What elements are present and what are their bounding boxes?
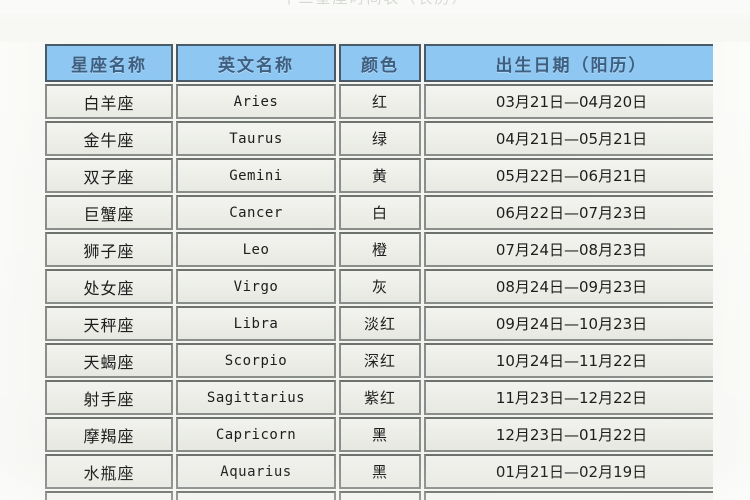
cell-birth-date: 07月24日—08月23日: [424, 232, 713, 267]
cell-birth-date: 11月23日—12月22日: [424, 380, 713, 415]
cell-birth-date: 09月24日—10月23日: [424, 306, 713, 341]
cell-english-name: Taurus: [176, 121, 336, 156]
top-spacer: [0, 14, 750, 42]
cell-english-name: Libra: [176, 306, 336, 341]
cell-english-name: Sagittarius: [176, 380, 336, 415]
cell-color: 绿: [339, 121, 421, 156]
cell-english-name: Virgo: [176, 269, 336, 304]
cut-off-title-strip: 十二星座时间表（农历）: [0, 0, 750, 14]
cell-birth-date: 04月21日—05月21日: [424, 121, 713, 156]
table-header-row: 星座名称 英文名称 颜色 出生日期（阳历）: [45, 44, 713, 82]
cell-birth-date: 10月24日—11月22日: [424, 343, 713, 378]
cell-english-name: Gemini: [176, 158, 336, 193]
table-row: 天秤座 Libra 淡红 09月24日—10月23日: [45, 306, 713, 341]
cell-zodiac-name: 处女座: [45, 269, 173, 304]
cell-color: 紫红: [339, 380, 421, 415]
column-header-color: 颜色: [339, 44, 421, 82]
table-row: 摩羯座 Capricorn 黑 12月23日—01月22日: [45, 417, 713, 452]
cell-english-name: Scorpio: [176, 343, 336, 378]
cell-color: 红: [339, 84, 421, 119]
cell-birth-date: 01月21日—02月19日: [424, 454, 713, 489]
cell-zodiac-name: 射手座: [45, 380, 173, 415]
cell-english-name: Cancer: [176, 195, 336, 230]
column-header-english: 英文名称: [176, 44, 336, 82]
page-title: 十二星座时间表（农历）: [0, 0, 750, 8]
cell-english-name: Pisces: [176, 491, 336, 500]
cell-zodiac-name: 天蝎座: [45, 343, 173, 378]
cell-birth-date: 06月22日—07月23日: [424, 195, 713, 230]
column-header-date: 出生日期（阳历）: [424, 44, 713, 82]
table-row: 狮子座 Leo 橙 07月24日—08月23日: [45, 232, 713, 267]
table-row: 天蝎座 Scorpio 深红 10月24日—11月22日: [45, 343, 713, 378]
cell-zodiac-name: 摩羯座: [45, 417, 173, 452]
cell-color: 黄: [339, 158, 421, 193]
cell-birth-date: 03月21日—04月20日: [424, 84, 713, 119]
cell-birth-date: 08月24日—09月23日: [424, 269, 713, 304]
table-row: 金牛座 Taurus 绿 04月21日—05月21日: [45, 121, 713, 156]
zodiac-table-container: 星座名称 英文名称 颜色 出生日期（阳历） 白羊座 Aries 红 03月21日—04…: [42, 42, 713, 500]
cell-color: 黑: [339, 417, 421, 452]
table-header: 星座名称 英文名称 颜色 出生日期（阳历）: [45, 44, 713, 82]
cell-zodiac-name: 白羊座: [45, 84, 173, 119]
cell-color: 深红: [339, 343, 421, 378]
table-row: 双子座 Gemini 黄 05月22日—06月21日: [45, 158, 713, 193]
cell-color: 灰: [339, 269, 421, 304]
cell-zodiac-name: 天秤座: [45, 306, 173, 341]
cell-color: 黑: [339, 454, 421, 489]
table-body: 白羊座 Aries 红 03月21日—04月20日 金牛座 Taurus 绿 04月21日—0…: [45, 84, 713, 500]
cell-zodiac-name: 巨蟹座: [45, 195, 173, 230]
cell-color: 青: [339, 491, 421, 500]
zodiac-table: 星座名称 英文名称 颜色 出生日期（阳历） 白羊座 Aries 红 03月21日—04…: [42, 42, 713, 500]
cell-english-name: Aries: [176, 84, 336, 119]
table-row: 双鱼座Pisces青02月20日—03月20日: [45, 491, 713, 500]
cell-zodiac-name: 双鱼座: [45, 491, 173, 500]
cell-english-name: Capricorn: [176, 417, 336, 452]
cell-birth-date: 02月20日—03月20日: [424, 491, 713, 500]
cell-color: 橙: [339, 232, 421, 267]
cell-color: 白: [339, 195, 421, 230]
screenshot-page: 十二星座时间表（农历） 星座名称 英文名称 颜色 出生日期（阳历） 白羊座Ari…: [0, 0, 750, 500]
cell-color: 淡红: [339, 306, 421, 341]
table-row: 白羊座 Aries 红 03月21日—04月20日: [45, 84, 713, 119]
cell-birth-date: 12月23日—01月22日: [424, 417, 713, 452]
table-row: 射手座 Sagittarius 紫红 11月23日—12月22日: [45, 380, 713, 415]
cell-zodiac-name: 金牛座: [45, 121, 173, 156]
column-header-name: 星座名称: [45, 44, 173, 82]
cell-english-name: Aquarius: [176, 454, 336, 489]
cell-zodiac-name: 狮子座: [45, 232, 173, 267]
cell-zodiac-name: 水瓶座: [45, 454, 173, 489]
cell-english-name: Leo: [176, 232, 336, 267]
table-row: 处女座 Virgo 灰 08月24日—09月23日: [45, 269, 713, 304]
table-row: 水瓶座 Aquarius 黑 01月21日—02月19日: [45, 454, 713, 489]
cell-birth-date: 05月22日—06月21日: [424, 158, 713, 193]
cell-zodiac-name: 双子座: [45, 158, 173, 193]
table-row: 巨蟹座 Cancer 白 06月22日—07月23日: [45, 195, 713, 230]
